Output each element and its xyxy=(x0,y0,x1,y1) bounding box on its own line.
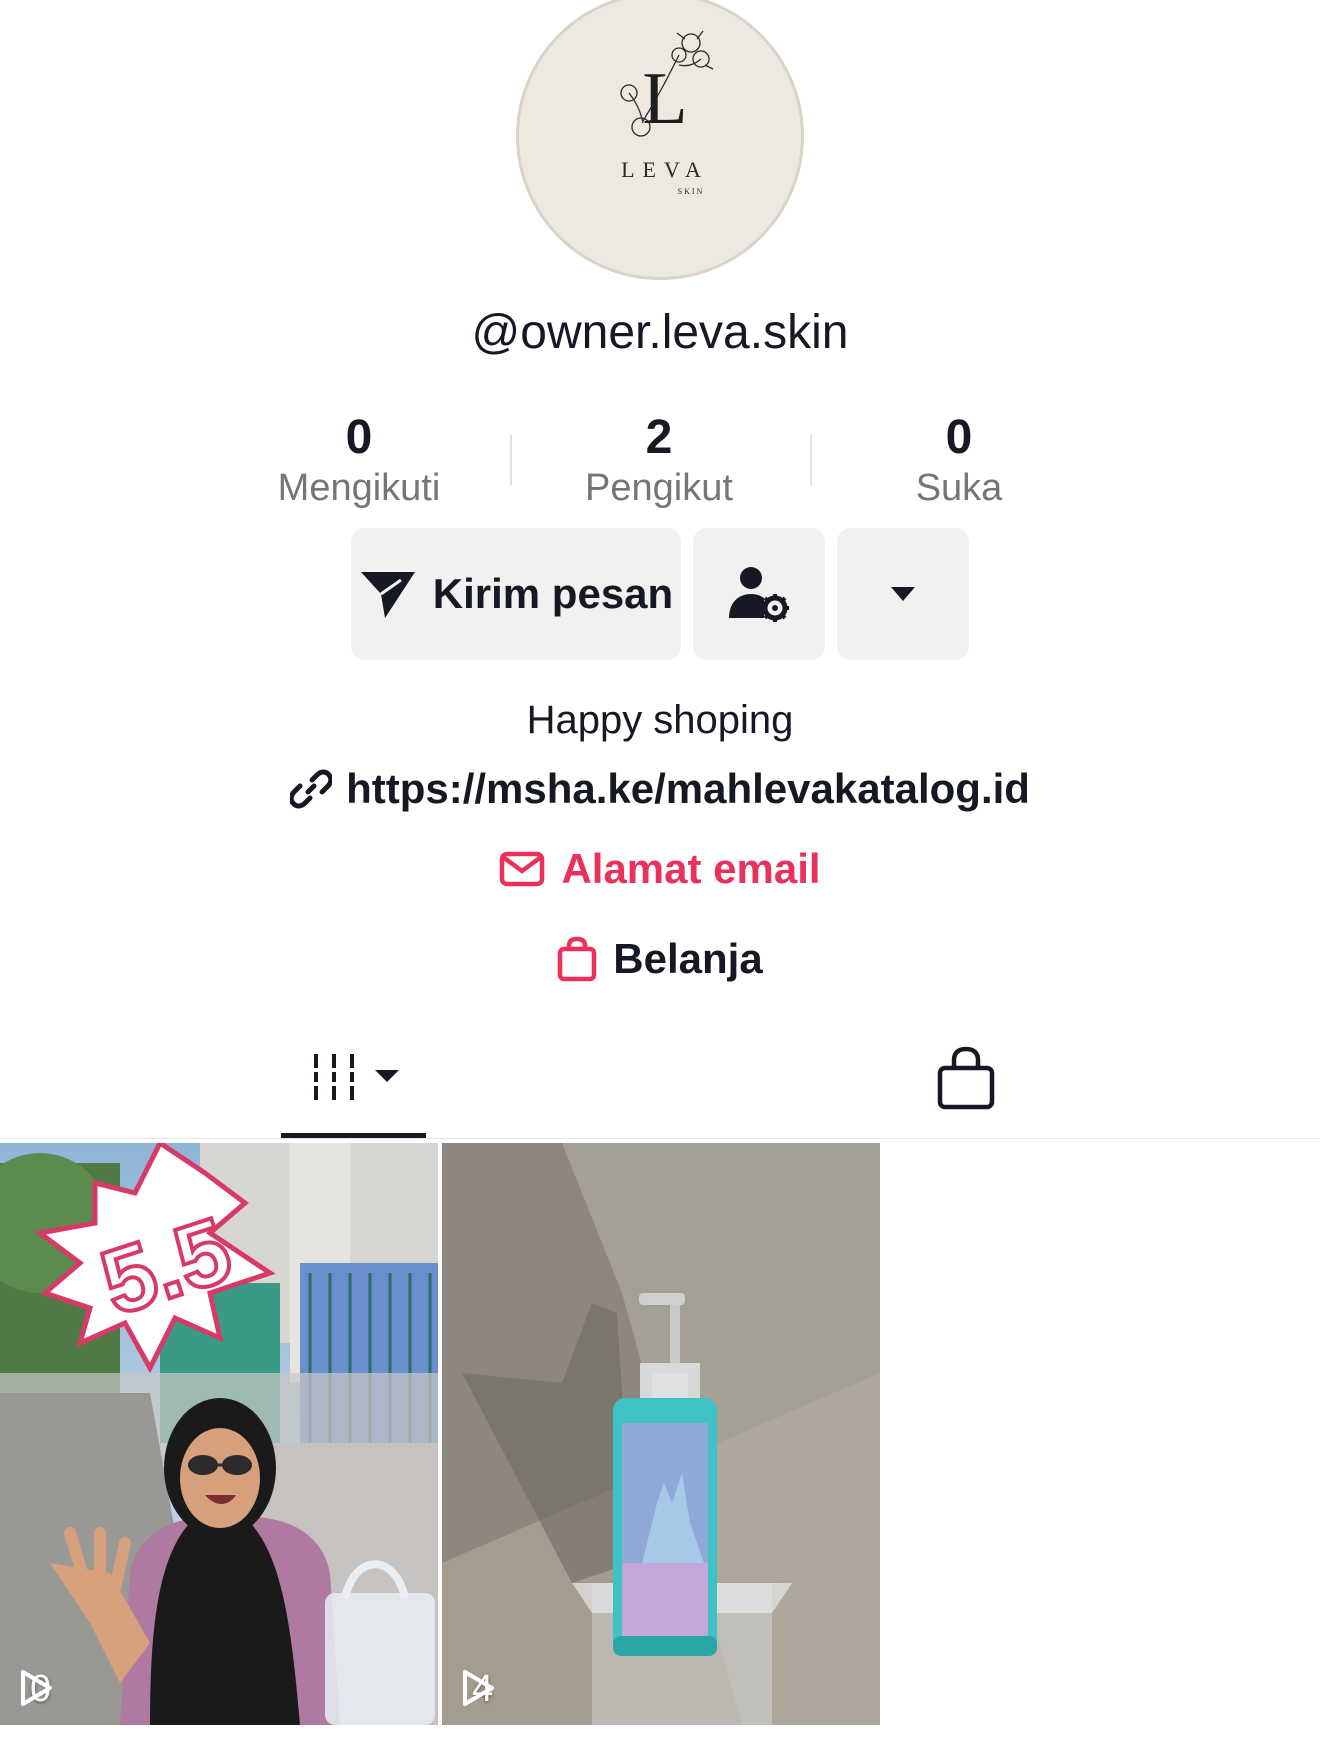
bio-link-text: https://msha.ke/mahlevakatalog.id xyxy=(346,765,1030,812)
avatar-logo: L xyxy=(620,30,714,140)
user-gear-icon xyxy=(729,567,789,622)
stat-followers-value: 2 xyxy=(645,411,673,464)
stat-followers-label: Pengikut xyxy=(585,467,733,509)
stat-following[interactable]: 0 Mengikuti xyxy=(249,410,469,510)
video-thumbnail[interactable]: 4 xyxy=(442,1143,880,1725)
mail-icon xyxy=(500,851,545,887)
stat-divider xyxy=(810,435,812,485)
shopping-bag-icon xyxy=(937,1046,995,1110)
play-icon xyxy=(463,1670,494,1706)
send-icon xyxy=(360,572,415,618)
avatar-sub-text: SKIN xyxy=(677,187,705,196)
more-dropdown-button[interactable] xyxy=(837,528,969,660)
stat-likes-value: 0 xyxy=(945,411,973,464)
username: @owner.leva.skin xyxy=(471,306,849,359)
bio-text: Happy shoping xyxy=(526,698,794,742)
email-link[interactable]: Alamat email xyxy=(0,843,1320,895)
avatar-letter: L xyxy=(642,58,687,140)
shopping-bag-icon xyxy=(558,936,597,982)
caret-down-icon xyxy=(891,587,915,601)
send-message-label: Kirim pesan xyxy=(432,570,674,617)
stat-divider xyxy=(510,435,512,485)
tabs-divider xyxy=(0,1138,1320,1139)
video-thumbnail-image: 5.5 xyxy=(0,1143,438,1725)
video-views: 0 xyxy=(18,1668,52,1711)
link-icon xyxy=(290,769,333,809)
stat-likes-label: Suka xyxy=(915,467,1003,509)
bio-link[interactable]: https://msha.ke/mahlevakatalog.id xyxy=(0,763,1320,815)
video-grid-icon xyxy=(314,1054,399,1100)
video-thumbnail[interactable]: 5.5 0 xyxy=(0,1143,438,1725)
stat-followers[interactable]: 2 Pengikut xyxy=(549,410,769,510)
send-message-button[interactable]: Kirim pesan xyxy=(351,528,681,660)
avatar-brand-text: LEVA xyxy=(621,157,709,182)
email-label: Alamat email xyxy=(561,845,821,892)
tab-videos[interactable] xyxy=(281,1040,426,1138)
video-views: 4 xyxy=(460,1668,494,1711)
shop-link[interactable]: Belanja xyxy=(0,933,1320,985)
stat-following-value: 0 xyxy=(345,411,373,464)
play-icon xyxy=(21,1670,52,1706)
user-settings-button[interactable] xyxy=(693,528,825,660)
stat-likes[interactable]: 0 Suka xyxy=(849,410,1069,510)
video-thumbnail-image xyxy=(442,1143,880,1725)
profile-avatar[interactable]: L LEVA SKIN xyxy=(516,0,804,280)
tab-shop[interactable] xyxy=(925,1040,1005,1138)
shop-label: Belanja xyxy=(613,935,763,982)
stat-following-label: Mengikuti xyxy=(277,467,441,509)
